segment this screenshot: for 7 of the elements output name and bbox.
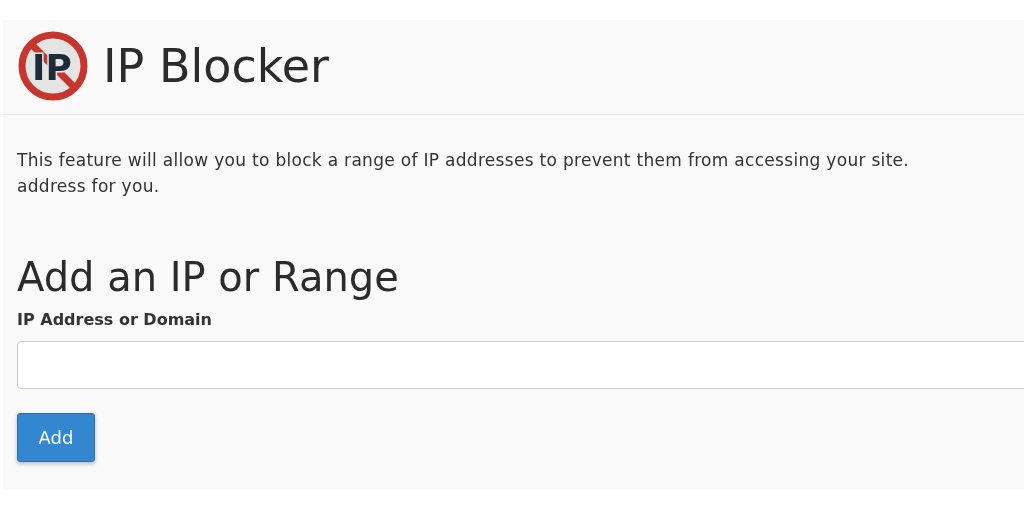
field-label: IP Address or Domain [17,309,213,331]
section-heading: Add an IP or Range [17,253,400,301]
description-text: address for you. [17,175,160,198]
description-text: This feature will allow you to block a range of IP addresses to prevent them from accessing your site. [17,149,910,172]
add-button[interactable]: Add [17,413,95,462]
ip-address-field[interactable] [17,341,1024,389]
page-title: IP Blocker [103,39,329,93]
